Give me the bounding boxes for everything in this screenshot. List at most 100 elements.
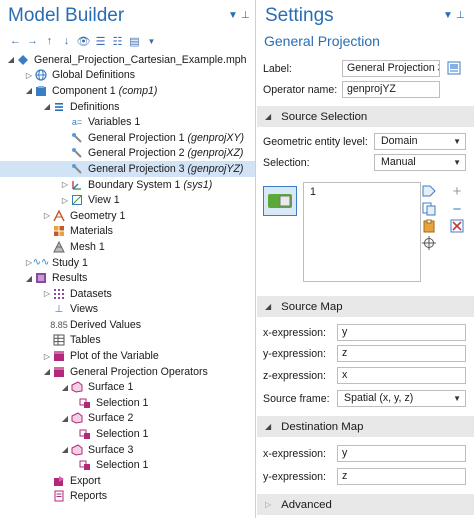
tree-node-boundary-system-1[interactable]: ▷ Boundary System 1 (sys1) [0, 177, 255, 193]
entity-level-caption: Geometric entity level: [263, 135, 368, 148]
collapse-toggle-icon[interactable]: ◢ [24, 86, 34, 95]
expand-toggle-icon[interactable]: ▷ [42, 211, 52, 220]
tree-node-derived-values[interactable]: 8.85 Derived Values [0, 317, 255, 333]
operator-name-field[interactable]: genprojYZ [342, 81, 440, 98]
tree-label: View 1 [88, 194, 120, 207]
list-view-icon[interactable]: ▤ [127, 34, 142, 49]
tree-node-surface-2[interactable]: ◢ Surface 2 [0, 411, 255, 427]
collapse-toggle-icon[interactable]: ◢ [42, 367, 52, 376]
tree-node-materials[interactable]: Materials [0, 224, 255, 240]
tree-node-general-projection-1[interactable]: General Projection 1 (genprojXY) [0, 130, 255, 146]
label-field[interactable]: General Projection 3 [342, 60, 440, 77]
dropdown-icon[interactable]: ▼ [144, 34, 159, 49]
tree-node-selection-1[interactable]: Selection 1 [0, 426, 255, 442]
expand-toggle-icon[interactable]: ▷ [60, 180, 70, 189]
tree-node-tables[interactable]: Tables [0, 333, 255, 349]
collapse-arrow-icon[interactable]: ◢ [265, 302, 271, 311]
tree-node-global-definitions[interactable]: ▷ Global Definitions [0, 68, 255, 84]
selection-select[interactable]: Manual ▼ [374, 154, 466, 171]
section-source-selection[interactable]: ◢ Source Selection [257, 106, 474, 127]
tree-label: Global Definitions [52, 69, 136, 82]
tree-node-variables-1[interactable]: a= Variables 1 [0, 114, 255, 130]
expand-toggle-icon[interactable]: ▷ [42, 289, 52, 298]
tree-node-views[interactable]: ⊥ Views [0, 302, 255, 318]
expand-toggle-icon[interactable]: ▷ [60, 196, 70, 205]
expand-arrow-icon[interactable]: ▷ [265, 500, 271, 509]
section-source-map[interactable]: ◢ Source Map [257, 296, 474, 317]
tree-node-selection-1[interactable]: Selection 1 [0, 395, 255, 411]
zoom-to-selection-icon[interactable] [422, 236, 436, 250]
forward-arrow-icon[interactable]: → [25, 34, 40, 49]
source-z-expression-row: z-expression: x [257, 365, 474, 386]
tree-node-study-1[interactable]: ▷ ∿∿ Study 1 [0, 255, 255, 271]
selection-list-item[interactable]: 1 [304, 183, 420, 198]
collapse-toggle-icon[interactable]: ◢ [6, 55, 16, 64]
tree-node-mesh-1[interactable]: Mesh 1 [0, 239, 255, 255]
source-frame-caption: Source frame: [263, 392, 330, 405]
remove-icon[interactable]: − [450, 201, 464, 218]
tree-node-reports[interactable]: Reports [0, 489, 255, 505]
expand-toggle-icon[interactable]: ▷ [24, 71, 34, 80]
collapse-toggle-icon[interactable]: ◢ [60, 383, 70, 392]
select-value: Spatial (x, y, z) [344, 392, 414, 404]
collapse-arrow-icon[interactable]: ◢ [265, 112, 271, 121]
source-y-expression-row: y-expression: z [257, 343, 474, 364]
tree-node-root[interactable]: ◢ General_Projection_Cartesian_Example.m… [0, 52, 255, 68]
source-y-expression-field[interactable]: z [337, 345, 466, 362]
expand-all-icon[interactable]: ☷ [110, 34, 125, 49]
collapse-toggle-icon[interactable]: ◢ [42, 102, 52, 111]
label-edit-icon[interactable] [447, 61, 461, 75]
selection-list[interactable]: 1 [303, 182, 421, 282]
variables-icon: a= [71, 117, 83, 128]
tree-label: Export [70, 474, 101, 487]
activate-selection-toggle[interactable] [263, 186, 297, 216]
paste-selection-icon[interactable] [422, 184, 436, 198]
section-advanced[interactable]: ▷ Advanced [257, 494, 474, 515]
collapse-toggle-icon[interactable]: ◢ [24, 274, 34, 283]
up-arrow-icon[interactable]: ↑ [42, 34, 57, 49]
entity-level-select[interactable]: Domain ▼ [374, 133, 466, 150]
clipboard-icon[interactable] [422, 219, 436, 233]
source-z-expression-field[interactable]: x [337, 367, 466, 384]
tree-label: Surface 3 [88, 443, 134, 456]
tree-node-surface-1[interactable]: ◢ Surface 1 [0, 379, 255, 395]
tree-node-datasets[interactable]: ▷ Datasets [0, 286, 255, 302]
label-caption: Label: [263, 62, 292, 75]
operator-name-row: Operator name: genprojYZ [257, 79, 474, 100]
clear-selection-icon[interactable] [450, 219, 464, 233]
tree-node-plot-of-the-variable[interactable]: ▷ Plot of the Variable [0, 348, 255, 364]
back-arrow-icon[interactable]: ← [8, 34, 23, 49]
show-icon[interactable]: 👁 [76, 34, 91, 49]
panel-menu-icon[interactable]: ▼ [228, 10, 238, 21]
chevron-down-icon: ▼ [453, 158, 461, 167]
source-x-expression-field[interactable]: y [337, 324, 466, 341]
source-frame-select[interactable]: Spatial (x, y, z) ▼ [337, 390, 466, 407]
add-icon[interactable]: + [450, 183, 464, 200]
tree-node-geometry-1[interactable]: ▷ Geometry 1 [0, 208, 255, 224]
tree-label: General_Projection_Cartesian_Example.mph [34, 53, 247, 66]
tree-node-general-projection-3[interactable]: General Projection 3 (genprojYZ) [0, 161, 255, 177]
section-destination-map[interactable]: ◢ Destination Map [257, 416, 474, 437]
tree-node-definitions[interactable]: ◢ Definitions [0, 99, 255, 115]
pin-icon[interactable]: ⊥ [456, 10, 465, 21]
tree-node-results[interactable]: ◢ Results [0, 270, 255, 286]
panel-menu-icon[interactable]: ▼ [443, 10, 453, 21]
destination-y-expression-field[interactable]: z [337, 468, 466, 485]
tree-node-surface-3[interactable]: ◢ Surface 3 [0, 442, 255, 458]
collapse-arrow-icon[interactable]: ◢ [265, 422, 271, 431]
collapse-all-icon[interactable]: ☰ [93, 34, 108, 49]
tree-node-selection-1[interactable]: Selection 1 [0, 457, 255, 473]
tree-node-view-1[interactable]: ▷ View 1 [0, 192, 255, 208]
down-arrow-icon[interactable]: ↓ [59, 34, 74, 49]
destination-x-expression-field[interactable]: y [337, 445, 466, 462]
plot-group-icon [52, 350, 66, 363]
tree-node-export[interactable]: Export [0, 473, 255, 489]
tree-node-general-projection-2[interactable]: General Projection 2 (genprojXZ) [0, 146, 255, 162]
pin-icon[interactable]: ⊥ [241, 10, 250, 21]
tree-node-general-projection-operators[interactable]: ◢ General Projection Operators [0, 364, 255, 380]
expand-toggle-icon[interactable]: ▷ [42, 352, 52, 361]
copy-selection-icon[interactable] [422, 202, 436, 216]
collapse-toggle-icon[interactable]: ◢ [60, 445, 70, 454]
tree-node-component-1[interactable]: ◢ Component 1 (comp1) [0, 83, 255, 99]
collapse-toggle-icon[interactable]: ◢ [60, 414, 70, 423]
